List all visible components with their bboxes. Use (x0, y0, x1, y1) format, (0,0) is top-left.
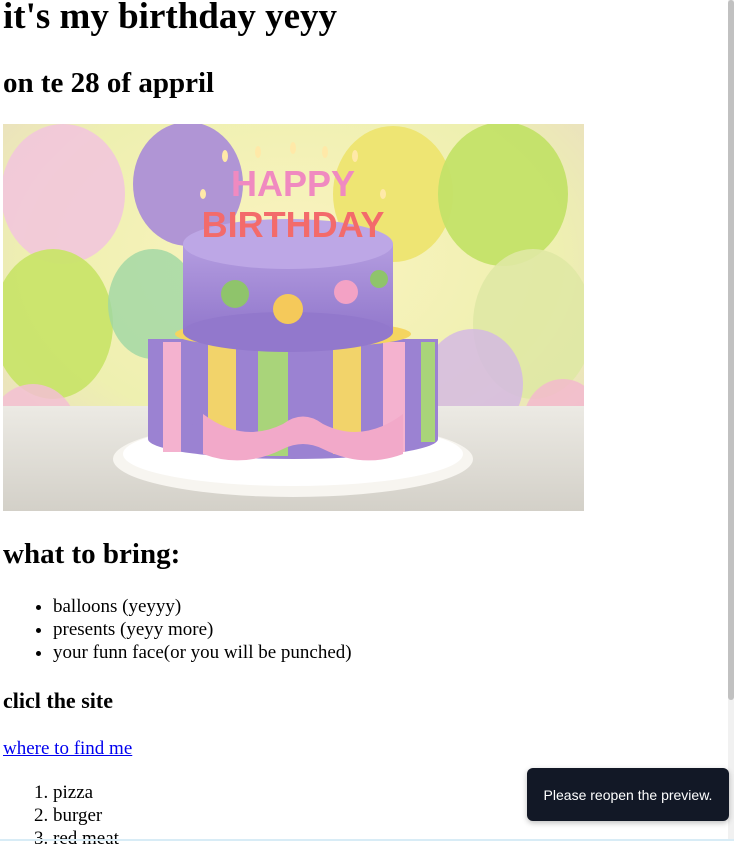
bring-list: balloons (yeyyy) presents (yeyy more) yo… (3, 595, 352, 664)
scrollbar-thumb[interactable] (728, 0, 734, 700)
vertical-scrollbar[interactable] (728, 0, 734, 841)
svg-text:BIRTHDAY: BIRTHDAY (202, 204, 385, 245)
list-item: burger (53, 804, 119, 827)
toast-message: Please reopen the preview. (543, 786, 713, 803)
what-to-bring-heading: what to bring: (3, 538, 181, 570)
where-to-find-me-link[interactable]: where to find me (3, 737, 132, 761)
list-item: your funn face(or you will be punched) (53, 641, 352, 664)
site-heading: clicl the site (3, 688, 113, 713)
list-item: presents (yeyy more) (53, 618, 352, 641)
svg-text:HAPPY: HAPPY (231, 163, 355, 204)
list-item: balloons (yeyyy) (53, 595, 352, 618)
date-subtitle: on te 28 of appril (3, 67, 215, 99)
birthday-cake-image: HAPPY BIRTHDAY (3, 124, 584, 511)
list-item: pizza (53, 781, 119, 804)
reopen-preview-toast: Please reopen the preview. (527, 768, 729, 821)
page-title: it's my birthday yeyy (3, 0, 338, 37)
